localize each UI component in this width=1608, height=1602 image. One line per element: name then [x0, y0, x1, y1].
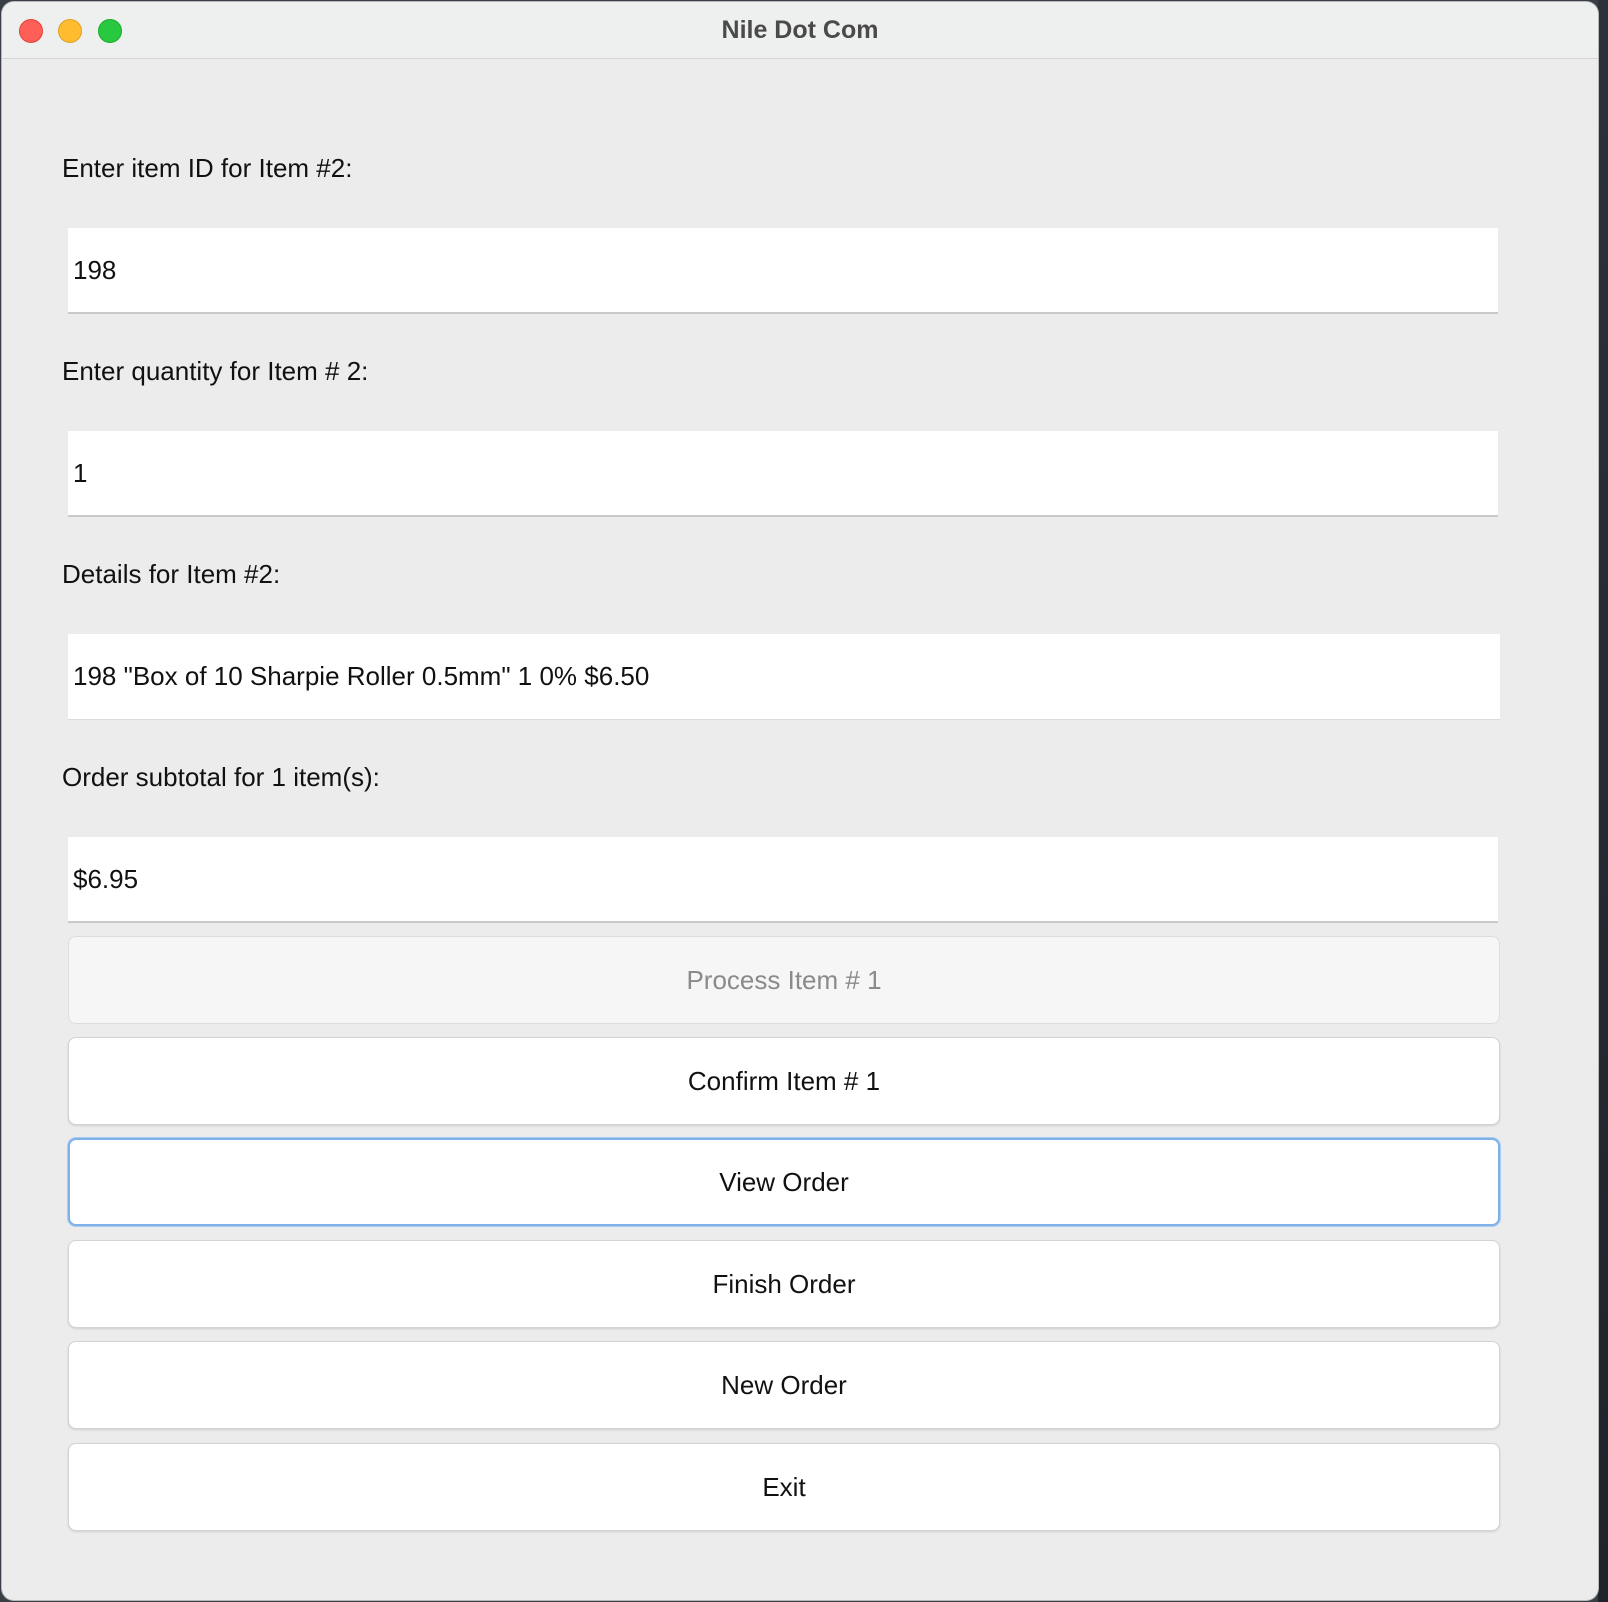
- item-details-field[interactable]: [68, 634, 1500, 720]
- desktop-background: [1598, 0, 1608, 1602]
- quantity-label: Enter quantity for Item # 2:: [62, 356, 369, 386]
- window-title: Nile Dot Com: [721, 16, 879, 44]
- view-order-button[interactable]: View Order: [68, 1138, 1500, 1226]
- new-order-button[interactable]: New Order: [68, 1341, 1500, 1429]
- item-id-label: Enter item ID for Item #2:: [62, 153, 353, 183]
- title-bar[interactable]: Nile Dot Com: [2, 2, 1598, 59]
- subtotal-label: Order subtotal for 1 item(s):: [62, 762, 380, 792]
- subtotal-field[interactable]: [68, 837, 1498, 923]
- item-id-field[interactable]: [68, 228, 1498, 314]
- process-item-button[interactable]: Process Item # 1: [68, 936, 1500, 1024]
- finish-order-button[interactable]: Finish Order: [68, 1240, 1500, 1328]
- confirm-item-button[interactable]: Confirm Item # 1: [68, 1037, 1500, 1125]
- details-label: Details for Item #2:: [62, 559, 281, 589]
- app-window: Nile Dot Com Enter item ID for Item #2: …: [2, 2, 1598, 1600]
- quantity-field[interactable]: [68, 431, 1498, 517]
- exit-button[interactable]: Exit: [68, 1443, 1500, 1531]
